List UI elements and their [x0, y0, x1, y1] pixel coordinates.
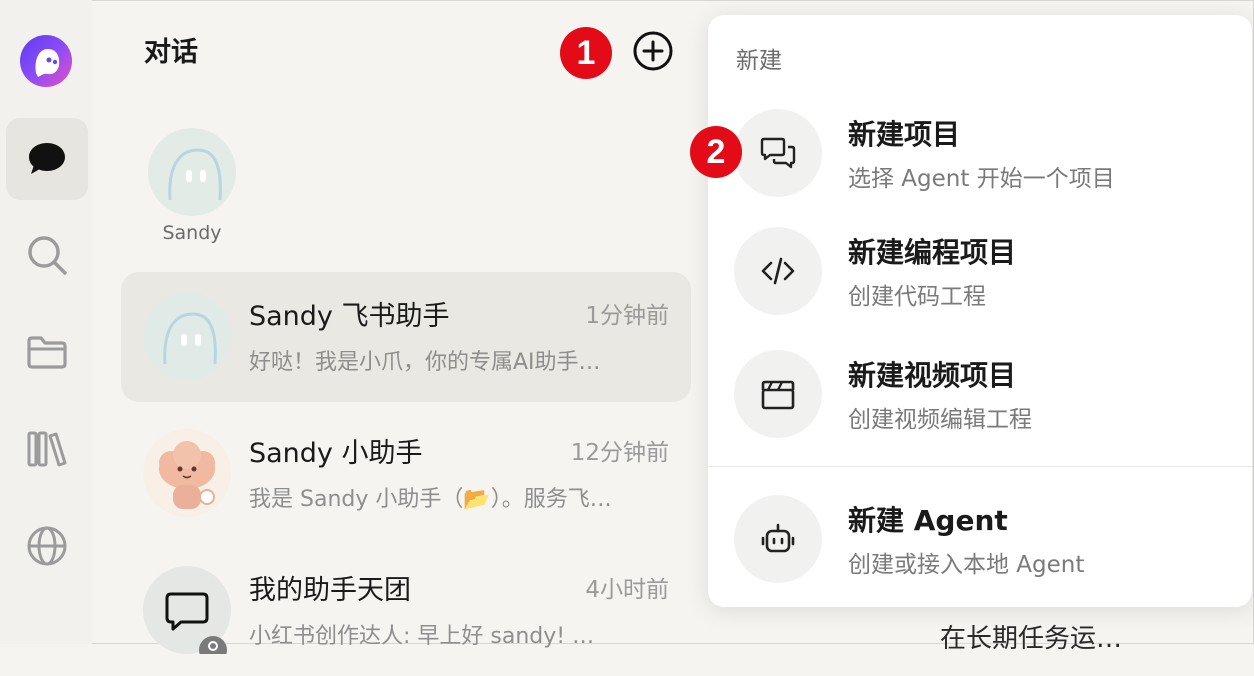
- menu-item-new-video-project[interactable]: 新建视频项目 创建视频编辑工程: [730, 344, 1230, 444]
- conversation-panel: 对话 1 Sandy Sandy 飞书助手 1分钟前 好哒！我是小爪，你的专属A…: [92, 0, 708, 664]
- plus-circle-icon: [633, 31, 673, 71]
- conversation-time: 4小时前: [585, 577, 669, 603]
- folder-nav-button[interactable]: [6, 311, 88, 393]
- left-rail: [0, 0, 92, 644]
- new-menu: 新建 新建项目 选择 Agent 开始一个项目 2 新建编程项目 创建代码工程: [690, 15, 1252, 607]
- chat-icon: [29, 143, 65, 174]
- avatar: [143, 429, 231, 517]
- library-nav-button[interactable]: [6, 408, 88, 490]
- search-nav-button[interactable]: [6, 214, 88, 296]
- menu-item-desc: 创建代码工程: [848, 284, 986, 310]
- search-icon: [28, 236, 67, 275]
- robot-icon: [761, 523, 795, 553]
- conversation-time: 1分钟前: [585, 303, 669, 329]
- menu-item-label: 新建视频项目: [848, 359, 1017, 392]
- background-text: 在长期任务运…: [940, 624, 1123, 654]
- menu-divider: [708, 466, 1252, 467]
- globe-icon: [27, 526, 67, 566]
- conversation-title: Sandy 小助手: [249, 438, 423, 469]
- cloud-character-icon: [159, 441, 215, 509]
- menu-section-title: 新建: [736, 48, 782, 74]
- menu-item-icon: [734, 350, 822, 438]
- new-button[interactable]: [632, 30, 674, 72]
- step-marker-1: 1: [560, 27, 612, 79]
- conversation-title: Sandy 飞书助手: [249, 301, 450, 332]
- page-title: 对话: [144, 37, 198, 68]
- conversation-time: 12分钟前: [570, 440, 669, 466]
- conversation-preview: 好哒！我是小爪，你的专属AI助手…: [249, 350, 601, 375]
- avatar: [143, 292, 231, 380]
- conversation-item[interactable]: Sandy 小助手 12分钟前 我是 Sandy 小助手（📂）。服务飞…: [121, 409, 691, 539]
- menu-item-icon: [734, 227, 822, 315]
- menu-item-label: 新建编程项目: [848, 236, 1017, 269]
- conversation-preview: 我是 Sandy 小助手（📂）。服务飞…: [249, 487, 612, 512]
- chat-bubbles-icon: [760, 137, 796, 169]
- conversation-item[interactable]: Sandy 飞书助手 1分钟前 好哒！我是小爪，你的专属AI助手…: [121, 272, 691, 402]
- group-chat-icon: [165, 592, 227, 664]
- conversation-preview: 小红书创作达人: 早上好 sandy! …: [249, 624, 595, 649]
- pinned-contact[interactable]: Sandy: [144, 128, 240, 244]
- ghost-icon: [163, 312, 217, 365]
- menu-item-desc: 创建视频编辑工程: [848, 407, 1032, 433]
- menu-item-desc: 创建或接入本地 Agent: [848, 552, 1085, 578]
- menu-item-new-coding-project[interactable]: 新建编程项目 创建代码工程: [730, 221, 1230, 321]
- menu-item-label: 新建 Agent: [848, 504, 1008, 537]
- menu-item-label: 新建项目: [848, 118, 961, 151]
- app-logo: [20, 35, 72, 87]
- menu-item-icon: [734, 495, 822, 583]
- clapperboard-icon: [761, 380, 795, 410]
- avatar: [148, 128, 236, 216]
- pinned-contact-name: Sandy: [162, 222, 222, 244]
- avatar: [143, 566, 231, 664]
- library-icon: [27, 431, 67, 467]
- menu-item-new-project[interactable]: 新建项目 选择 Agent 开始一个项目: [730, 103, 1230, 203]
- code-icon: [761, 257, 795, 285]
- chat-nav-button[interactable]: [6, 118, 88, 200]
- menu-item-icon: [734, 109, 822, 197]
- conversation-title: 我的助手天团: [249, 575, 411, 606]
- folder-icon: [27, 336, 67, 369]
- conversation-item[interactable]: 我的助手天团 4小时前 小红书创作达人: 早上好 sandy! …: [121, 546, 691, 676]
- globe-nav-button[interactable]: [6, 505, 88, 587]
- menu-item-desc: 选择 Agent 开始一个项目: [848, 166, 1115, 192]
- menu-item-new-agent[interactable]: 新建 Agent 创建或接入本地 Agent: [730, 489, 1230, 589]
- step-marker-2: 2: [690, 126, 742, 178]
- ghost-icon: [168, 148, 222, 201]
